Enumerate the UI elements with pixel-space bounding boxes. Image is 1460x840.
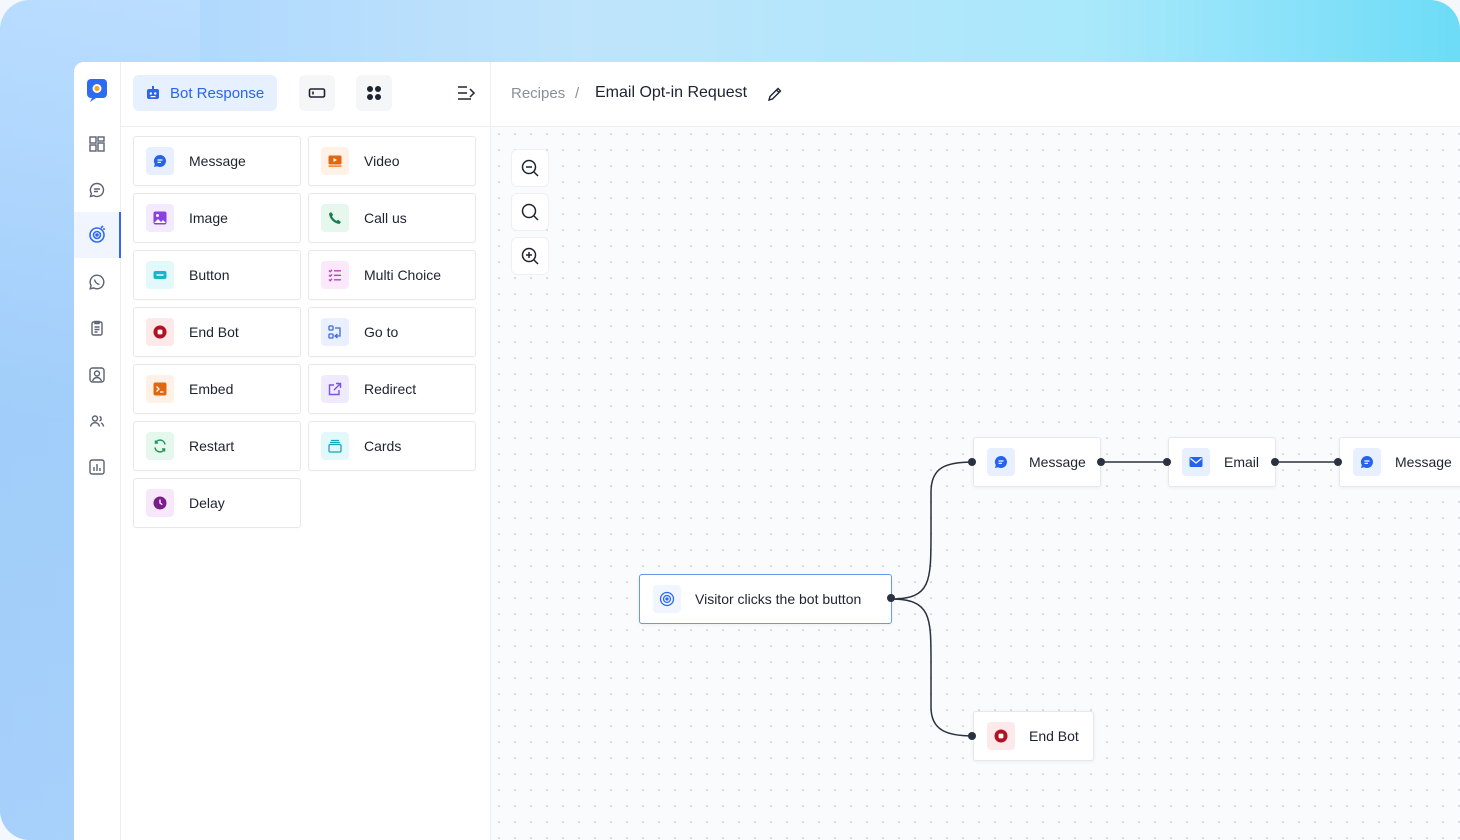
node-label: Message: [1395, 454, 1452, 470]
node-label: End Bot: [1029, 728, 1079, 744]
block-cards[interactable]: Cards: [308, 421, 476, 471]
message-icon: [146, 147, 174, 175]
users-icon[interactable]: [86, 410, 108, 432]
redirect-icon: [321, 375, 349, 403]
clock-icon: [146, 489, 174, 517]
target-icon: [653, 585, 681, 613]
restart-icon: [146, 432, 174, 460]
bot-icon: [145, 85, 161, 101]
flow-node-message[interactable]: Message: [1339, 437, 1460, 487]
block-delay[interactable]: Delay: [133, 478, 301, 528]
tab-bot-response-label: Bot Response: [170, 84, 265, 102]
stop-icon: [146, 318, 174, 346]
trigger-node[interactable]: Visitor clicks the bot button: [639, 574, 892, 624]
block-end-bot[interactable]: End Bot: [133, 307, 301, 357]
connector-handle[interactable]: [1271, 458, 1279, 466]
video-icon: [321, 147, 349, 175]
connector-handle[interactable]: [968, 458, 976, 466]
chat-icon[interactable]: [86, 179, 108, 201]
connector-handle[interactable]: [887, 594, 895, 602]
block-multi-choice[interactable]: Multi Choice: [308, 250, 476, 300]
message-icon: [987, 448, 1015, 476]
block-label: Cards: [364, 438, 402, 454]
stop-icon: [987, 722, 1015, 750]
node-label: Email: [1224, 454, 1260, 470]
image-icon: [146, 204, 174, 232]
tab-integrations[interactable]: [356, 75, 392, 111]
node-label: Message: [1029, 454, 1086, 470]
palette-toolbar: Bot Response: [121, 62, 490, 127]
connector-handle[interactable]: [1334, 458, 1342, 466]
goto-icon: [321, 318, 349, 346]
app-window: Bot Response Message Video Image Call us…: [74, 62, 1460, 840]
block-label: Video: [364, 153, 400, 169]
block-video[interactable]: Video: [308, 136, 476, 186]
connector-handle[interactable]: [1163, 458, 1171, 466]
flow-node-end-bot[interactable]: End Bot: [973, 711, 1094, 761]
block-label: Message: [189, 153, 246, 169]
clipboard-icon[interactable]: [86, 317, 108, 339]
block-call-us[interactable]: Call us: [308, 193, 476, 243]
block-label: Image: [189, 210, 228, 226]
tab-bot-response[interactable]: Bot Response: [133, 75, 277, 111]
message-icon: [1353, 448, 1381, 476]
phone-icon: [321, 204, 349, 232]
block-label: Redirect: [364, 381, 417, 397]
grid-icon: [366, 85, 382, 101]
dashboard-icon[interactable]: [86, 133, 108, 155]
collapse-panel-icon[interactable]: [455, 82, 477, 104]
block-label: End Bot: [189, 324, 239, 340]
connector-handle[interactable]: [968, 732, 976, 740]
tab-input-blocks[interactable]: [299, 75, 335, 111]
cards-icon: [321, 432, 349, 460]
block-palette-panel: Bot Response Message Video Image Call us…: [121, 62, 491, 840]
app-logo-icon[interactable]: [86, 78, 108, 102]
flow-node-email[interactable]: Email: [1168, 437, 1276, 487]
block-image[interactable]: Image: [133, 193, 301, 243]
button-icon: [146, 261, 174, 289]
block-message[interactable]: Message: [133, 136, 301, 186]
block-label: Button: [189, 267, 230, 283]
block-redirect[interactable]: Redirect: [308, 364, 476, 414]
embed-icon: [146, 375, 174, 403]
block-label: Multi Choice: [364, 267, 442, 283]
connector-handle[interactable]: [1097, 458, 1105, 466]
email-icon: [1182, 448, 1210, 476]
trigger-label: Visitor clicks the bot button: [695, 591, 862, 607]
nav-rail: [74, 62, 121, 840]
contact-card-icon[interactable]: [86, 364, 108, 386]
block-label: Call us: [364, 210, 407, 226]
block-go-to[interactable]: Go to: [308, 307, 476, 357]
input-field-icon: [308, 86, 326, 100]
list-check-icon: [321, 261, 349, 289]
block-label: Go to: [364, 324, 399, 340]
block-button[interactable]: Button: [133, 250, 301, 300]
block-label: Embed: [189, 381, 234, 397]
flow-node-message[interactable]: Message: [973, 437, 1101, 487]
block-label: Restart: [189, 438, 235, 454]
block-label: Delay: [189, 495, 225, 511]
flow-canvas[interactable]: Recipes / Email Opt-in Request Visitor c…: [491, 62, 1460, 840]
block-embed[interactable]: Embed: [133, 364, 301, 414]
whatsapp-icon[interactable]: [86, 271, 108, 293]
bot-target-icon[interactable]: [86, 224, 108, 246]
block-restart[interactable]: Restart: [133, 421, 301, 471]
analytics-icon[interactable]: [86, 456, 108, 478]
